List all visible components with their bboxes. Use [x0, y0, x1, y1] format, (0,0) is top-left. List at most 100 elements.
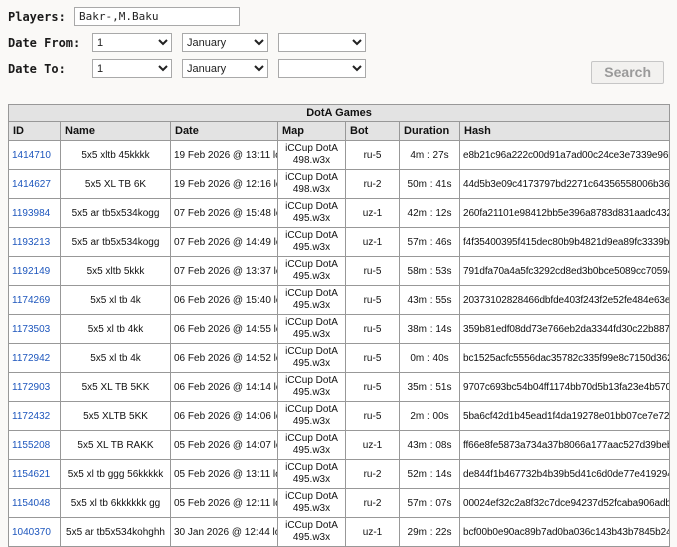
date-from-year-select[interactable] — [278, 33, 366, 52]
game-id-link[interactable]: 1193213 — [12, 237, 50, 248]
game-date: 07 Feb 2026 @ 13:37 local — [170, 256, 278, 286]
game-date: 07 Feb 2026 @ 14:49 local — [170, 227, 278, 257]
game-id-link[interactable]: 1155208 — [12, 440, 50, 451]
game-id-cell: 1174269 — [8, 285, 61, 315]
date-to-year-select[interactable] — [278, 59, 366, 78]
game-bot: ru-5 — [345, 285, 400, 315]
game-bot: ru-5 — [345, 343, 400, 373]
game-bot: uz-1 — [345, 430, 400, 460]
game-bot: ru-5 — [345, 314, 400, 344]
game-name: 5x5 xltb 45kkkk — [60, 140, 171, 170]
table-row: 1193213 5x5 ar tb5x534kogg 07 Feb 2026 @ 1… — [8, 227, 671, 257]
game-duration: 42m : 12s — [399, 198, 460, 228]
date-to-row: Date To: 1 January — [8, 59, 669, 78]
game-date: 30 Jan 2026 @ 12:44 local — [170, 517, 278, 547]
game-date: 07 Feb 2026 @ 15:48 local — [170, 198, 278, 228]
game-id-cell: 1154048 — [8, 488, 61, 518]
game-map: iCCup DotA 495.w3x — [277, 488, 346, 518]
game-date: 19 Feb 2026 @ 12:16 local — [170, 169, 278, 199]
column-header-map: Map — [277, 121, 346, 141]
game-name: 5x5 xltb 5kkk — [60, 256, 171, 286]
date-from-row: Date From: 1 January — [8, 33, 669, 52]
game-bot: ru-5 — [345, 256, 400, 286]
game-duration: 0m : 40s — [399, 343, 460, 373]
game-duration: 2m : 00s — [399, 401, 460, 431]
game-id-cell: 1193984 — [8, 198, 61, 228]
game-id-link[interactable]: 1192149 — [12, 266, 50, 277]
game-date: 05 Feb 2026 @ 13:11 local — [170, 459, 278, 489]
game-name: 5x5 xl tb 4k — [60, 285, 171, 315]
game-id-link[interactable]: 1154621 — [12, 469, 50, 480]
date-to-label: Date To: — [8, 61, 66, 76]
game-date: 06 Feb 2026 @ 14:55 local — [170, 314, 278, 344]
game-name: 5x5 xl tb 4kk — [60, 314, 171, 344]
search-button[interactable]: Search — [591, 61, 664, 84]
table-row: 1154621 5x5 xl tb ggg 56kkkkk 05 Feb 2026 … — [8, 459, 671, 489]
game-map: iCCup DotA 495.w3x — [277, 198, 346, 228]
game-hash: de844f1b467732b4b39b5d41c6d0de77e4192942 — [458, 459, 671, 489]
game-duration: 52m : 14s — [399, 459, 460, 489]
date-from-day-select[interactable]: 1 — [92, 33, 172, 52]
game-hash: 20373102828466dbfde403f243f2e52fe484e63e — [458, 285, 671, 315]
game-id-cell: 1172903 — [8, 372, 61, 402]
game-id-cell: 1414710 — [8, 140, 61, 170]
game-map: iCCup DotA 495.w3x — [277, 343, 346, 373]
game-map: iCCup DotA 495.w3x — [277, 314, 346, 344]
game-duration: 43m : 55s — [399, 285, 460, 315]
game-id-link[interactable]: 1172903 — [12, 382, 50, 393]
players-label: Players: — [8, 9, 66, 24]
game-date: 06 Feb 2026 @ 15:40 local — [170, 285, 278, 315]
game-id-link[interactable]: 1173503 — [12, 324, 50, 335]
game-id-link[interactable]: 1414627 — [12, 179, 51, 190]
game-duration: 43m : 08s — [399, 430, 460, 460]
game-name: 5x5 xl tb ggg 56kkkkk — [60, 459, 171, 489]
table-header-row: ID Name Date Map Bot Duration Hash — [8, 121, 671, 141]
game-date: 19 Feb 2026 @ 13:11 local — [170, 140, 278, 170]
date-to-day-select[interactable]: 1 — [92, 59, 172, 78]
column-header-id: ID — [8, 121, 61, 141]
column-header-hash: Hash — [458, 121, 671, 141]
table-row: 1155208 5x5 XL TB RAKK 05 Feb 2026 @ 14:07… — [8, 430, 671, 460]
game-id-link[interactable]: 1154048 — [12, 498, 50, 509]
game-bot: ru-5 — [345, 140, 400, 170]
game-name: 5x5 ar tb5x534kogg — [60, 198, 171, 228]
game-id-link[interactable]: 1172432 — [12, 411, 50, 422]
date-from-month-select[interactable]: January — [182, 33, 268, 52]
game-map: iCCup DotA 495.w3x — [277, 401, 346, 431]
game-map: iCCup DotA 495.w3x — [277, 256, 346, 286]
games-table-container: DotA Games ID Name Date Map Bot Duration Hash … — [0, 104, 677, 547]
game-map: iCCup DotA 495.w3x — [277, 372, 346, 402]
game-id-link[interactable]: 1040370 — [12, 527, 51, 538]
game-id-cell: 1154621 — [8, 459, 61, 489]
game-bot: uz-1 — [345, 517, 400, 547]
game-id-cell: 1193213 — [8, 227, 61, 257]
game-hash: bc1525acfc5556dac35782c335f99e8c7150d362 — [458, 343, 671, 373]
game-date: 06 Feb 2026 @ 14:52 local — [170, 343, 278, 373]
game-bot: ru-5 — [345, 372, 400, 402]
game-id-cell: 1155208 — [8, 430, 61, 460]
game-map: iCCup DotA 495.w3x — [277, 517, 346, 547]
game-id-link[interactable]: 1174269 — [12, 295, 50, 306]
table-title-row: DotA Games — [7, 104, 671, 122]
table-row: 1172942 5x5 xl tb 4k 06 Feb 2026 @ 14:52 l… — [8, 343, 671, 373]
game-id-link[interactable]: 1414710 — [12, 150, 51, 161]
date-to-month-select[interactable]: January — [182, 59, 268, 78]
game-bot: uz-1 — [345, 198, 400, 228]
game-id-link[interactable]: 1172942 — [12, 353, 50, 364]
game-name: 5x5 xl tb 4k — [60, 343, 171, 373]
game-name: 5x5 XLTB 5KK — [60, 401, 171, 431]
table-row: 1193984 5x5 ar tb5x534kogg 07 Feb 2026 @ 1… — [8, 198, 671, 228]
game-id-cell: 1172942 — [8, 343, 61, 373]
search-form: Players: Date From: 1 January Date To: 1… — [0, 0, 677, 78]
game-id-cell: 1040370 — [8, 517, 61, 547]
game-duration: 50m : 41s — [399, 169, 460, 199]
game-hash: f4f35400395f415dec80b9b4821d9ea89fc3339b — [458, 227, 671, 257]
table-row: 1154048 5x5 xl tb 6kkkkkk gg 05 Feb 2026 @… — [8, 488, 671, 518]
game-id-link[interactable]: 1193984 — [12, 208, 50, 219]
game-map: iCCup DotA 495.w3x — [277, 285, 346, 315]
players-input[interactable] — [74, 7, 240, 26]
players-row: Players: — [8, 7, 669, 26]
game-id-cell: 1173503 — [8, 314, 61, 344]
game-duration: 4m : 27s — [399, 140, 460, 170]
game-hash: 5ba6cf42d1b45ead1f4da19278e01bb07ce7e72f — [458, 401, 671, 431]
